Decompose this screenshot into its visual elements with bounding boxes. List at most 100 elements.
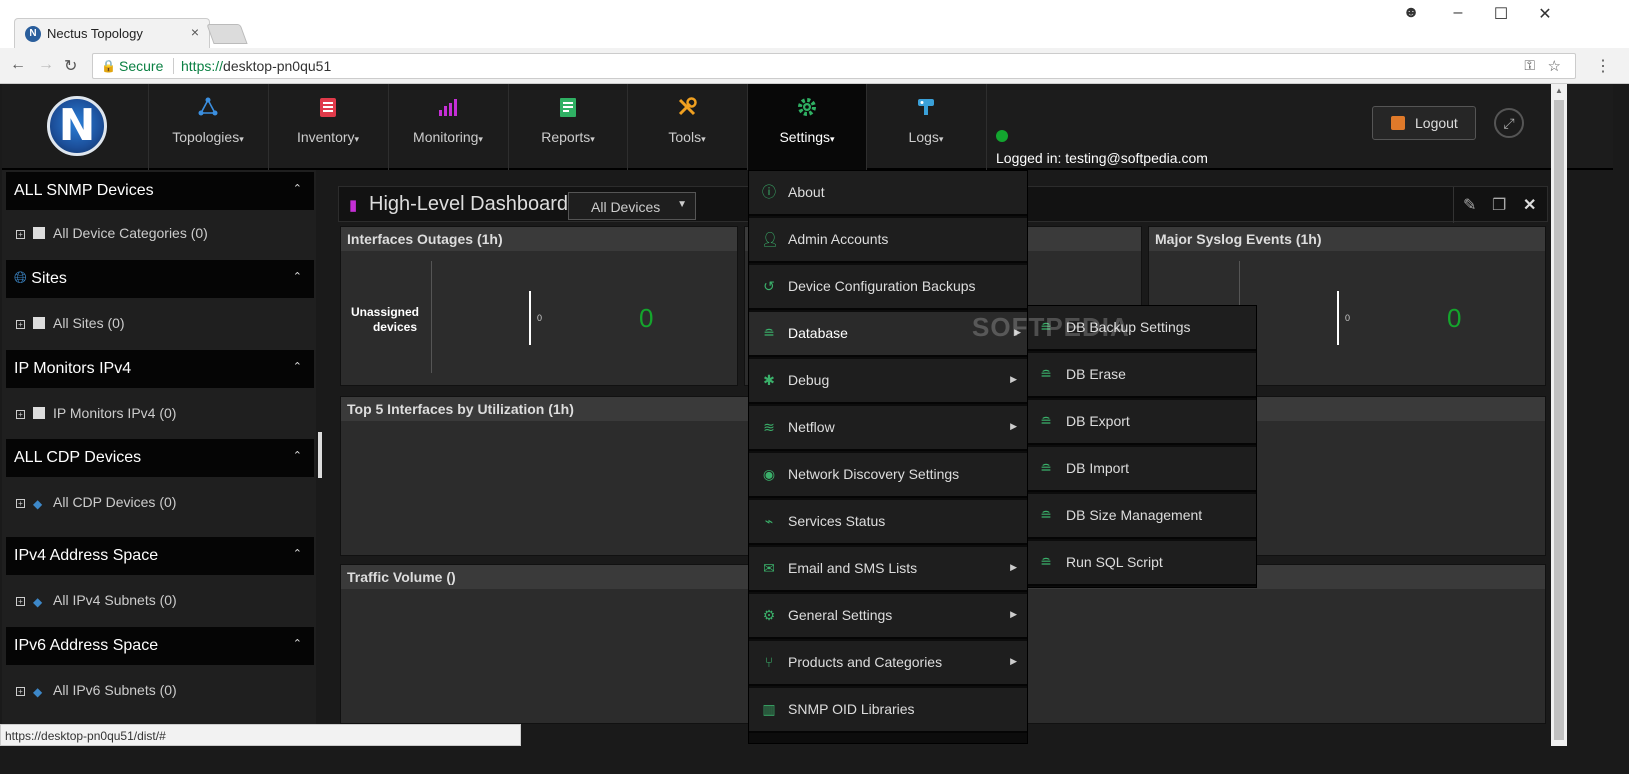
menu-item-device-config-backups[interactable]: ↺ Device Configuration Backups [749,265,1027,310]
collapse-icon[interactable]: ⌃ [293,547,302,560]
menu-item-network-discovery[interactable]: ◉ Network Discovery Settings [749,453,1027,498]
browser-menu-icon[interactable]: ⋮ [1595,56,1611,76]
menu-item-db-export[interactable]: ≘ DB Export [1028,400,1256,445]
tree-item-cdp[interactable]: + ◆ All CDP Devices (0) [16,494,176,511]
dashboard-title: High-Level Dashboard [369,193,569,215]
nav-label: Tools [668,129,702,145]
nav-topologies[interactable]: Topologies▾ [148,84,267,170]
menu-item-about[interactable]: ⓘ About [749,171,1027,216]
minimize-icon[interactable]: – [1443,4,1473,22]
device-filter-select[interactable]: All Devices ▼ [568,192,696,220]
menu-item-services-status[interactable]: ⌁ Services Status [749,500,1027,545]
tree-item-ip-monitors[interactable]: + IP Monitors IPv4 (0) [16,405,176,421]
menu-item-admin-accounts[interactable]: 👤︎ Admin Accounts [749,218,1027,263]
axis-zero-label: 0 [537,313,543,323]
menu-item-products-categories[interactable]: ⑂ Products and Categories ▶ [749,641,1027,686]
widget-title: Interfaces Outages (1h) [341,227,737,251]
history-icon: ↺ [763,278,775,294]
inventory-icon [269,96,387,120]
scrollbar-thumb[interactable] [1554,100,1564,740]
nav-reports[interactable]: Reports▾ [508,84,627,170]
url-field[interactable]: 🔒 Secure https://desktop-pn0qu51 ⚿ ☆ [92,53,1576,79]
nav-inventory[interactable]: Inventory▾ [268,84,387,170]
profile-icon[interactable]: ☻ [1396,4,1426,22]
url-scheme: https:// [181,58,224,74]
menu-item-snmp-oid-libraries[interactable]: ▥ SNMP OID Libraries [749,688,1027,733]
expand-icon[interactable]: + [16,320,25,329]
paperclip-icon[interactable]: ✎ [1463,195,1476,215]
branch-icon: ⑂ [764,654,774,670]
database-submenu: ≘ DB Backup Settings ≘ DB Erase ≘ DB Exp… [1027,305,1257,588]
collapse-icon[interactable]: ⌃ [293,360,302,373]
scroll-up-icon[interactable]: ▲ [1555,86,1563,95]
nav-tools[interactable]: Tools▾ [627,84,746,170]
menu-item-label: Device Configuration Backups [788,278,976,294]
back-icon[interactable]: ← [10,56,26,74]
bug-icon: ✱ [763,372,775,388]
collapse-icon[interactable]: ⌃ [293,270,302,283]
menu-item-general-settings[interactable]: ⚙ General Settings ▶ [749,594,1027,639]
collapse-icon[interactable]: ⌃ [293,182,302,195]
reload-icon[interactable]: ↻ [64,56,77,76]
menu-item-debug[interactable]: ✱ Debug ▶ [749,359,1027,404]
close-window-icon[interactable]: ✕ [1530,4,1560,24]
menu-item-email-sms[interactable]: ✉ Email and SMS Lists ▶ [749,547,1027,592]
tree-item-label: All Sites (0) [53,315,125,331]
page-scrollbar[interactable]: ▲ [1551,84,1567,746]
section-header-snmp[interactable]: ALL SNMP Devices ⌃ [6,172,314,210]
toolbar-divider [1453,187,1454,223]
caret-down-icon: ▾ [701,134,706,144]
nectus-logo[interactable]: N [47,96,107,156]
widget-interfaces-outages: Interfaces Outages (1h) Unassigned devic… [340,226,738,386]
address-bar: ← → ↻ 🔒 Secure https://desktop-pn0qu51 ⚿… [0,48,1629,84]
menu-item-db-size-management[interactable]: ≘ DB Size Management [1028,494,1256,539]
topology-icon [149,96,267,120]
nav-logs[interactable]: Logs▾ [866,84,985,170]
collapse-icon[interactable]: ⌃ [293,449,302,462]
menu-item-db-erase[interactable]: ≘ DB Erase [1028,353,1256,398]
tree-item-ipv6[interactable]: + ◆ All IPv6 Subnets (0) [16,682,177,699]
nav-label: Monitoring [413,129,479,145]
new-tab-button[interactable] [206,24,248,44]
db-import-icon: ≘ [1040,460,1052,476]
menu-item-label: Email and SMS Lists [788,560,918,576]
menu-item-label: DB Import [1066,460,1130,476]
fullscreen-icon[interactable]: ⤢ [1494,108,1524,138]
menu-item-run-sql-script[interactable]: ≘ Run SQL Script [1028,541,1256,586]
nav-monitoring[interactable]: Monitoring▾ [388,84,507,170]
section-header-ip-monitors[interactable]: IP Monitors IPv4 ⌃ [6,350,314,388]
browser-tab[interactable]: N Nectus Topology × [14,18,210,48]
close-icon[interactable]: ✕ [1523,195,1536,215]
maximize-icon[interactable]: ☐ [1486,4,1516,24]
section-header-ipv6[interactable]: IPv6 Address Space ⌃ [6,627,314,665]
collapse-icon[interactable]: ⌃ [293,637,302,650]
sidebar-scrollbar[interactable] [318,432,322,478]
section-header-ipv4[interactable]: IPv4 Address Space ⌃ [6,537,314,575]
menu-item-db-import[interactable]: ≘ DB Import [1028,447,1256,492]
restore-window-icon[interactable]: ❐ [1492,195,1506,215]
menu-item-netflow[interactable]: ≋ Netflow ▶ [749,406,1027,451]
caret-down-icon: ▾ [239,134,244,144]
expand-icon[interactable]: + [16,410,25,419]
forward-icon[interactable]: → [38,56,54,74]
section-header-cdp[interactable]: ALL CDP Devices ⌃ [6,439,314,477]
expand-icon[interactable]: + [16,499,25,508]
logout-button[interactable]: Logout [1372,106,1476,140]
tab-close-icon[interactable]: × [191,24,199,40]
expand-icon[interactable]: + [16,597,25,606]
key-icon[interactable]: ⚿ [1524,57,1535,74]
bookmark-star-icon[interactable]: ☆ [1548,57,1561,75]
nav-label: Settings [779,129,831,145]
tree-item-device-categories[interactable]: + All Device Categories (0) [16,225,208,241]
expand-icon[interactable]: + [16,687,25,696]
secure-label: Secure [119,58,164,74]
nav-settings[interactable]: Settings▾ [747,84,866,170]
tree-item-label: All IPv6 Subnets (0) [53,682,177,698]
section-header-sites[interactable]: 🌐︎ Sites ⌃ [6,260,314,298]
section-title: ALL SNMP Devices [14,182,154,199]
db-size-icon: ≘ [1040,507,1052,523]
tree-item-sites[interactable]: + All Sites (0) [16,315,125,331]
expand-icon[interactable]: + [16,230,25,239]
tree-item-ipv4[interactable]: + ◆ All IPv4 Subnets (0) [16,592,177,609]
folder-icon [33,317,45,329]
